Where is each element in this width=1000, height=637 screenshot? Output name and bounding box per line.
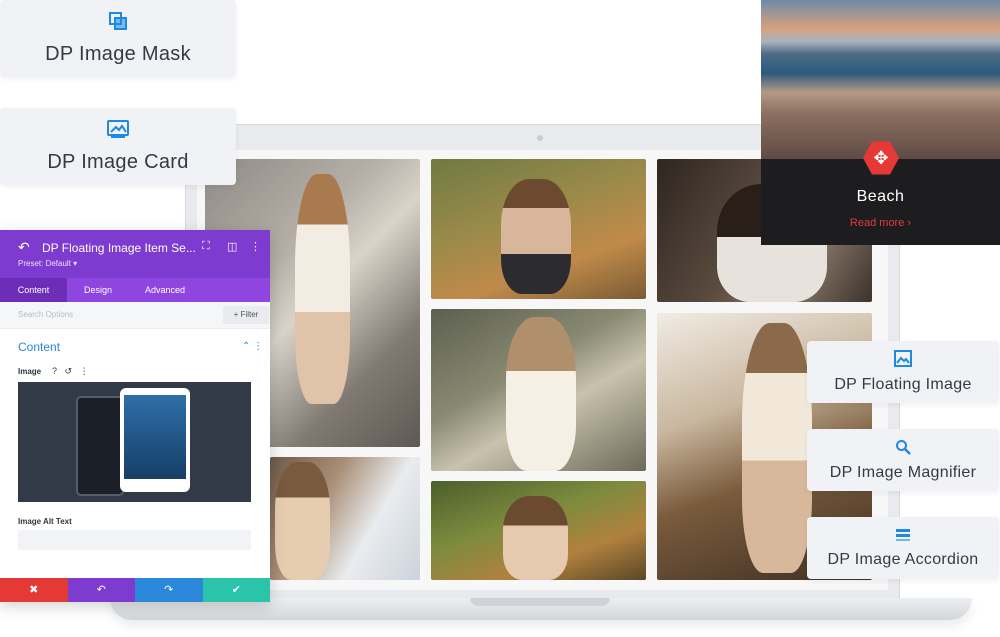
panel-title: DP Floating Image Item Se... <box>42 241 196 255</box>
accordion-icon <box>895 528 911 547</box>
expand-icon[interactable]: ⛶ <box>202 240 210 253</box>
floating-image-icon <box>894 350 912 372</box>
beach-card[interactable]: ✥ Beach Read more › <box>761 0 1000 245</box>
filter-button[interactable]: + Filter <box>223 306 269 324</box>
beach-photo <box>761 0 1000 159</box>
panel-header: ↶ DP Floating Image Item Se... Preset: D… <box>0 230 270 278</box>
collapse-chevron-icon[interactable]: ⌃ ⋮ <box>242 341 263 352</box>
feature-card-image-mask[interactable]: DP Image Mask <box>0 0 236 77</box>
redo-button[interactable]: ↷ <box>135 578 203 602</box>
save-button[interactable]: ✔ <box>202 578 270 602</box>
card-label: DP Image Accordion <box>827 550 979 568</box>
card-label: DP Floating Image <box>834 376 972 393</box>
laptop-notch <box>470 598 610 606</box>
help-icon[interactable]: ? <box>52 366 57 376</box>
alt-text-label: Image Alt Text <box>18 517 72 526</box>
back-arrow-icon[interactable]: ↶ <box>18 239 30 256</box>
undo-button[interactable]: ↶ <box>67 578 135 602</box>
feature-card-image-magnifier[interactable]: DP Image Magnifier <box>807 429 999 491</box>
feature-card-image-card[interactable]: DP Image Card <box>0 108 236 185</box>
image-mask-icon <box>108 11 128 37</box>
card-label: DP Image Magnifier <box>829 463 977 481</box>
card-label: DP Image Mask <box>45 43 191 65</box>
panel-tabs: Content Design Advanced <box>0 278 270 302</box>
split-view-icon[interactable]: ◫ <box>227 240 237 253</box>
alt-text-input[interactable] <box>18 530 251 550</box>
tab-advanced[interactable]: Advanced <box>129 278 201 302</box>
card-label: DP Image Card <box>47 151 189 173</box>
more-options-icon[interactable]: ⋮ <box>250 240 261 253</box>
image-field-label: Image <box>18 367 42 376</box>
module-settings-panel: ↶ DP Floating Image Item Se... Preset: D… <box>0 230 270 602</box>
gallery-photo[interactable] <box>431 159 646 299</box>
tablet-dark-image <box>76 396 124 496</box>
feature-card-floating-image[interactable]: DP Floating Image <box>807 341 999 403</box>
beach-title: Beach <box>856 188 905 205</box>
tab-design[interactable]: Design <box>67 278 129 302</box>
tablet-screen-image <box>124 395 186 479</box>
field-tools: ? ↺ ⋮ <box>52 366 89 377</box>
camera-dot <box>537 135 543 141</box>
feature-card-image-accordion[interactable]: DP Image Accordion <box>807 517 999 579</box>
panel-footer: ✖ ↶ ↷ ✔ <box>0 578 270 602</box>
tab-content[interactable]: Content <box>0 278 67 302</box>
discard-button[interactable]: ✖ <box>0 578 68 602</box>
magnifier-icon <box>895 439 911 460</box>
field-more-icon[interactable]: ⋮ <box>80 366 89 376</box>
chevron-right-icon: › <box>907 217 912 229</box>
search-options-bar: Search Options + Filter <box>0 302 270 329</box>
read-more-link[interactable]: Read more › <box>761 217 1000 229</box>
gallery-photo[interactable] <box>431 481 646 580</box>
preset-dropdown[interactable]: Preset: Default ▾ <box>18 259 77 268</box>
section-title[interactable]: Content <box>18 340 60 354</box>
reset-icon[interactable]: ↺ <box>65 366 73 376</box>
gallery-photo[interactable] <box>270 457 420 580</box>
image-card-icon <box>107 119 129 145</box>
gallery-photo[interactable] <box>431 309 646 471</box>
search-options-input[interactable]: Search Options <box>18 310 73 319</box>
